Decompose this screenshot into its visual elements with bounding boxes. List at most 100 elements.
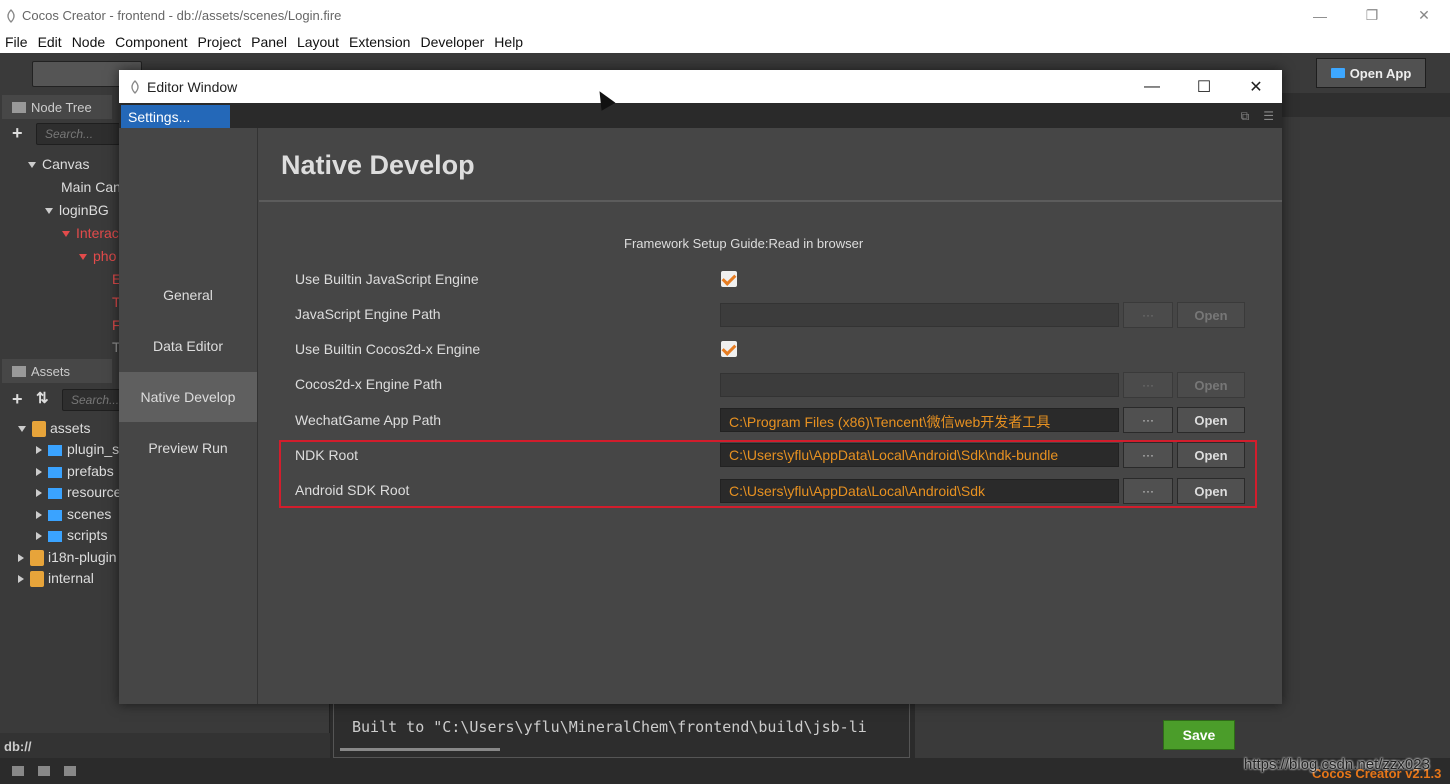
use-builtin-js-label: Use Builtin JavaScript Engine <box>295 271 479 287</box>
menu-extension[interactable]: Extension <box>344 34 415 50</box>
window-title: Cocos Creator - frontend - db://assets/s… <box>22 8 342 23</box>
minimize-button[interactable]: — <box>1294 0 1346 31</box>
tree-node-label: pho <box>93 248 117 264</box>
expand-icon <box>28 162 36 169</box>
asset-item[interactable]: assets <box>18 420 90 438</box>
asset-item[interactable]: plugin_s <box>36 441 119 457</box>
sync-icon[interactable] <box>12 766 24 776</box>
open-app-button[interactable]: Open App <box>1316 58 1426 88</box>
ndk-browse-button[interactable]: ··· <box>1123 442 1173 468</box>
android-sdk-root-label: Android SDK Root <box>295 482 410 498</box>
use-builtin-js-checkbox[interactable] <box>721 271 737 287</box>
expand-icon <box>79 254 87 261</box>
tab-node-tree[interactable]: Node Tree <box>2 95 112 119</box>
js-engine-path-field[interactable] <box>720 303 1119 327</box>
folder-icon <box>48 466 62 478</box>
android-sdk-open-button[interactable]: Open <box>1177 478 1245 504</box>
database-icon[interactable] <box>38 766 50 776</box>
bottom-statusbar <box>0 758 1450 784</box>
js-engine-open-button[interactable]: Open <box>1177 302 1245 328</box>
console-log-text: Built to "C:\Users\yflu\MineralChem\fron… <box>352 718 867 736</box>
nav-data-editor[interactable]: Data Editor <box>119 321 257 371</box>
menu-developer[interactable]: Developer <box>415 34 489 50</box>
add-node-icon[interactable]: + <box>12 123 23 144</box>
cocos-engine-path-field[interactable] <box>720 373 1119 397</box>
folder-icon <box>48 509 62 521</box>
js-engine-path-label: JavaScript Engine Path <box>295 306 441 322</box>
editor-minimize-button[interactable]: — <box>1126 70 1178 103</box>
menu-node[interactable]: Node <box>67 34 110 50</box>
database-icon <box>30 571 44 588</box>
tree-node[interactable]: Interac <box>62 225 119 241</box>
use-builtin-cocos-label: Use Builtin Cocos2d-x Engine <box>295 341 481 357</box>
cocos-engine-browse-button[interactable]: ··· <box>1123 372 1173 398</box>
menu-file[interactable]: File <box>0 34 33 50</box>
menu-panel[interactable]: Panel <box>246 34 292 50</box>
android-sdk-root-field[interactable]: C:\Users\yflu\AppData\Local\Android\Sdk <box>720 479 1119 503</box>
asset-label: scenes <box>67 506 112 522</box>
setup-guide-link[interactable]: Framework Setup Guide:Read in browser <box>624 236 863 251</box>
asset-label: prefabs <box>67 463 114 479</box>
editor-close-button[interactable]: ✕ <box>1230 70 1282 103</box>
asset-search-input[interactable]: Search... <box>62 389 122 411</box>
wechat-open-button[interactable]: Open <box>1177 407 1245 433</box>
cocos-logo-icon <box>131 79 139 94</box>
js-engine-browse-button[interactable]: ··· <box>1123 302 1173 328</box>
tab-settings[interactable]: Settings... <box>121 105 230 128</box>
asset-item[interactable]: i18n-plugin <box>18 549 117 567</box>
menu-component[interactable]: Component <box>110 34 192 50</box>
menu-icon[interactable]: ☰ <box>1263 109 1274 124</box>
save-button[interactable]: Save <box>1163 720 1235 750</box>
cocos-engine-open-button[interactable]: Open <box>1177 372 1245 398</box>
asset-label: resource <box>67 484 122 500</box>
sort-icon[interactable]: ⇅ <box>36 389 49 407</box>
collapsed-icon <box>36 511 42 520</box>
menu-layout[interactable]: Layout <box>292 34 344 50</box>
collapsed-icon <box>18 575 24 584</box>
use-builtin-cocos-checkbox[interactable] <box>721 341 737 357</box>
nav-preview-run[interactable]: Preview Run <box>119 423 257 473</box>
popout-icon[interactable]: ⧉ <box>1241 109 1250 124</box>
database-icon <box>32 421 46 438</box>
menubar: File Edit Node Component Project Panel L… <box>0 31 1450 53</box>
tree-node[interactable]: Main Can <box>61 179 121 195</box>
asset-item[interactable]: scripts <box>36 527 107 543</box>
android-sdk-browse-button[interactable]: ··· <box>1123 478 1173 504</box>
console-scrollbar[interactable] <box>340 748 500 751</box>
tree-icon <box>12 101 26 113</box>
restore-button[interactable]: ❐ <box>1346 0 1398 31</box>
cocos-engine-path-label: Cocos2d-x Engine Path <box>295 376 443 392</box>
tab-assets[interactable]: Assets <box>2 359 112 383</box>
open-app-label: Open App <box>1349 65 1412 81</box>
tree-node[interactable]: Canvas <box>28 156 89 172</box>
page-title: Native Develop <box>281 150 475 180</box>
tree-node[interactable]: loginBG <box>45 202 109 218</box>
asset-item[interactable]: internal <box>18 570 94 588</box>
add-asset-icon[interactable]: + <box>12 389 23 410</box>
asset-label: internal <box>48 570 94 586</box>
ndk-open-button[interactable]: Open <box>1177 442 1245 468</box>
node-search-input[interactable]: Search... <box>36 123 120 145</box>
menu-help[interactable]: Help <box>489 34 528 50</box>
editor-maximize-button[interactable]: ☐ <box>1178 70 1230 103</box>
ndk-root-field[interactable]: C:\Users\yflu\AppData\Local\Android\Sdk\… <box>720 443 1119 467</box>
wechat-path-field[interactable]: C:\Program Files (x86)\Tencent\微信web开发者工… <box>720 408 1119 432</box>
ndk-root-label: NDK Root <box>295 447 359 463</box>
folder-icon <box>12 365 26 377</box>
eye-icon[interactable] <box>64 766 76 776</box>
asset-item[interactable]: prefabs <box>36 463 114 479</box>
editor-window-titlebar: Editor Window — ☐ ✕ <box>119 70 1282 103</box>
close-button[interactable]: ✕ <box>1398 0 1450 31</box>
menu-project[interactable]: Project <box>193 34 247 50</box>
tree-node[interactable]: pho <box>79 248 116 264</box>
menu-edit[interactable]: Edit <box>33 34 67 50</box>
expand-icon <box>62 231 70 238</box>
asset-item[interactable]: resource <box>36 484 121 500</box>
wechat-browse-button[interactable]: ··· <box>1123 407 1173 433</box>
main-titlebar: Cocos Creator - frontend - db://assets/s… <box>0 0 1450 31</box>
collapsed-icon <box>36 489 42 498</box>
nav-native-develop[interactable]: Native Develop <box>119 372 257 422</box>
folder-icon <box>1330 68 1345 78</box>
asset-item[interactable]: scenes <box>36 506 111 522</box>
nav-general[interactable]: General <box>119 270 257 320</box>
